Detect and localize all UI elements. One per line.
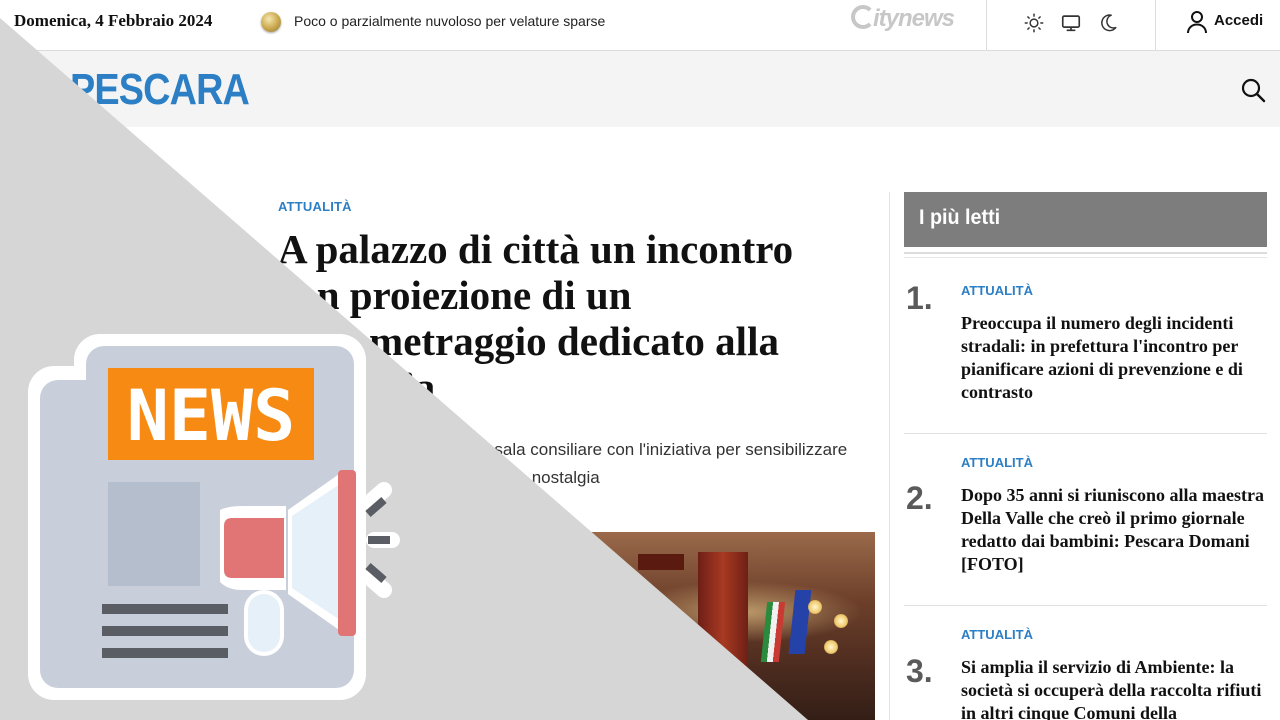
- item-title[interactable]: Dopo 35 anni si riuniscono alla maestra …: [961, 484, 1267, 576]
- user-icon[interactable]: [1186, 10, 1208, 34]
- rank-number: 3.: [906, 653, 933, 689]
- news-badge-label: NEWS: [127, 375, 296, 457]
- current-date: Domenica, 4 Febbraio 2024: [14, 11, 213, 30]
- citynews-logo[interactable]: itynews: [851, 5, 955, 33]
- item-category[interactable]: ATTUALITÀ: [961, 627, 1033, 642]
- divider: [904, 605, 1267, 606]
- item-category[interactable]: ATTUALITÀ: [961, 283, 1033, 298]
- item-category[interactable]: ATTUALITÀ: [961, 455, 1033, 470]
- sun-icon[interactable]: [1023, 12, 1045, 34]
- site-header: PESCARA: [0, 51, 1280, 127]
- article-headline: A palazzo di città un incontro con proie…: [278, 226, 794, 410]
- photo-curtain: [298, 552, 368, 720]
- citynews-c-logo: [851, 5, 875, 29]
- italian-flag: [760, 602, 786, 662]
- top-bar: Domenica, 4 Febbraio 2024 Poco o parzial…: [0, 0, 1280, 51]
- divider: [1155, 0, 1156, 51]
- photo-curtain: [698, 552, 748, 720]
- column-divider: [889, 192, 890, 720]
- divider: [904, 252, 1267, 254]
- photo-lamp: [834, 614, 848, 628]
- partly-cloudy-icon: [261, 12, 281, 32]
- divider: [986, 0, 987, 51]
- most-read-title: I più letti: [919, 206, 1001, 229]
- item-title[interactable]: Si amplia il servizio di Ambiente: la so…: [961, 656, 1267, 720]
- eu-flag: [788, 590, 812, 654]
- search-icon[interactable]: [1240, 77, 1266, 103]
- article-photo[interactable]: [278, 532, 875, 720]
- photo-lamp: [824, 640, 838, 654]
- photo-lamp: [808, 600, 822, 614]
- rank-number: 1.: [906, 280, 933, 316]
- divider: [904, 433, 1267, 434]
- photo-sign: [638, 554, 684, 570]
- site-logo[interactable]: PESCARA: [70, 65, 250, 115]
- citynews-logo-text: itynews: [873, 5, 955, 32]
- article-category[interactable]: ATTUALITÀ: [278, 199, 352, 214]
- monitor-icon[interactable]: [1060, 12, 1082, 34]
- item-title[interactable]: Preoccupa il numero degli incidenti stra…: [961, 312, 1267, 404]
- login-button[interactable]: Accedi: [1214, 12, 1263, 29]
- article-lead: Si terrà domani alle 14,30 in sala consi…: [278, 440, 848, 487]
- moon-icon[interactable]: [1097, 12, 1119, 34]
- divider: [904, 257, 1267, 258]
- rank-number: 2.: [906, 480, 933, 516]
- weather-text: Poco o parzialmente nuvoloso per velatur…: [294, 13, 606, 29]
